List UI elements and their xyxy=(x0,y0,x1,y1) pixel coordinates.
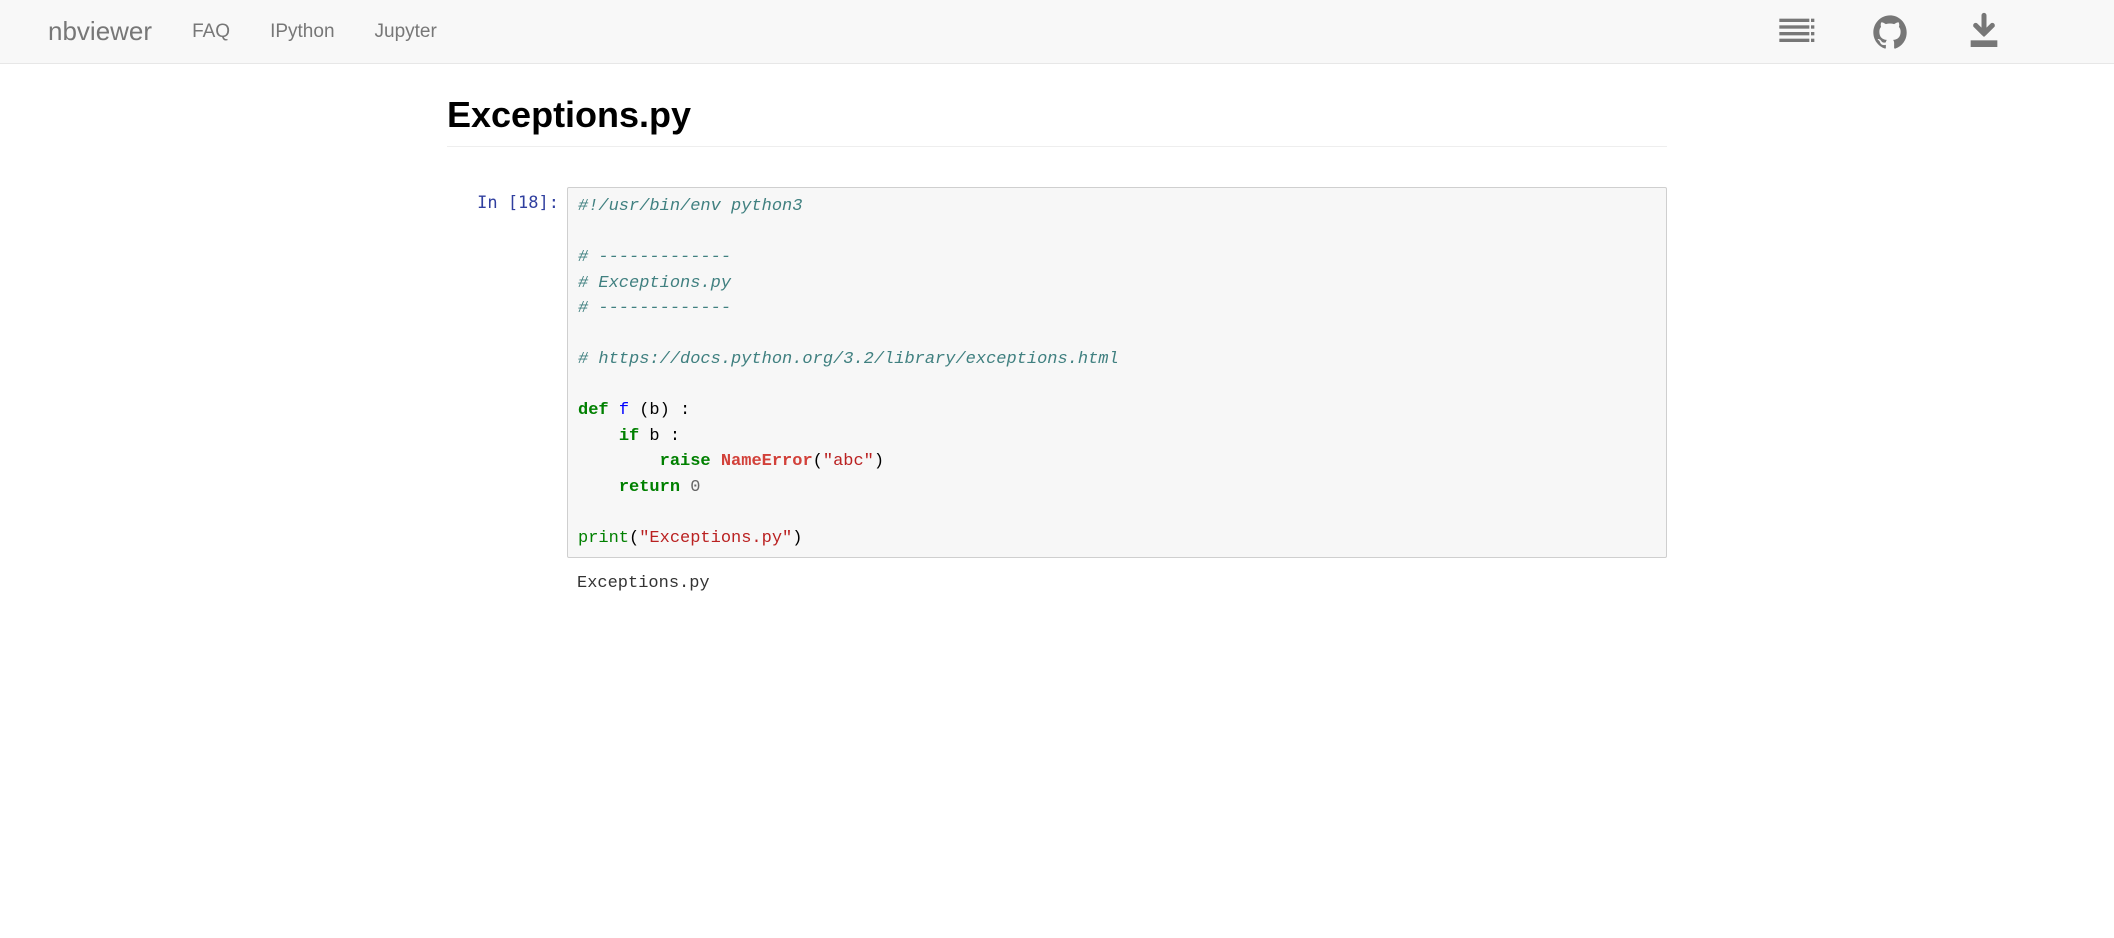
navbar: nbviewer FAQ IPython Jupyter xyxy=(0,0,2114,64)
output-area: Exceptions.py xyxy=(567,566,1667,603)
output-text: Exceptions.py xyxy=(577,572,1657,597)
page-title: Exceptions.py xyxy=(447,94,1667,147)
nav-right xyxy=(1774,12,2066,52)
nav-link-faq[interactable]: FAQ xyxy=(192,21,230,43)
github-icon[interactable] xyxy=(1868,12,1912,52)
notebook-container: Exceptions.py In [18]: #!/usr/bin/env py… xyxy=(427,64,1687,633)
jupyterhub-icon[interactable] xyxy=(1774,12,1818,52)
output-prompt-col xyxy=(447,566,567,603)
input-prompt: In [18]: xyxy=(477,193,559,213)
code-source: #!/usr/bin/env python3 # ------------- #… xyxy=(578,194,1656,551)
brand-link[interactable]: nbviewer xyxy=(48,16,152,47)
output-cell: Exceptions.py xyxy=(447,566,1667,603)
prompt-col: In [18]: xyxy=(447,187,567,558)
nav-left: nbviewer FAQ IPython Jupyter xyxy=(48,16,437,47)
input-area: #!/usr/bin/env python3 # ------------- #… xyxy=(567,187,1667,558)
download-icon[interactable] xyxy=(1962,12,2006,52)
nav-link-ipython[interactable]: IPython xyxy=(270,21,334,43)
code-cell: In [18]: #!/usr/bin/env python3 # ------… xyxy=(447,187,1667,558)
nav-link-jupyter[interactable]: Jupyter xyxy=(375,21,437,43)
